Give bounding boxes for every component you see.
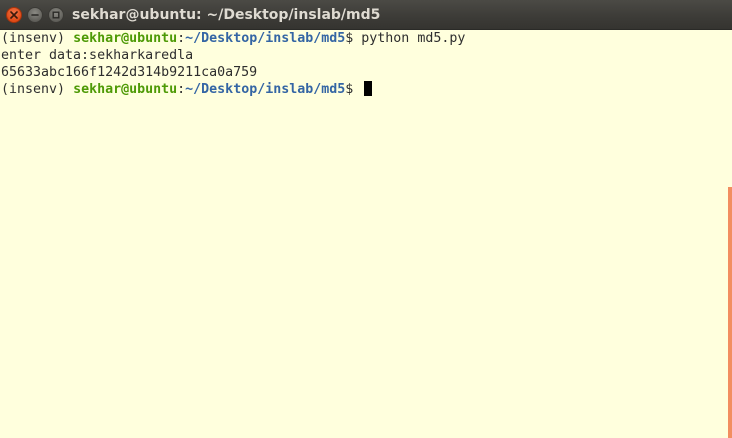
minimize-icon (31, 13, 39, 16)
title-bar[interactable]: sekhar@ubuntu: ~/Desktop/inslab/md5 (0, 0, 732, 30)
output-line-2: 65633abc166f1242d314b9211ca0a759 (1, 65, 258, 80)
current-path: ~/Desktop/inslab/md5 (185, 82, 346, 97)
prompt-dollar: $ (345, 31, 362, 46)
prompt-line-1: (insenv) sekhar@ubuntu:~/Desktop/inslab/… (1, 30, 732, 47)
scrollbar[interactable] (728, 187, 732, 438)
maximize-button[interactable] (48, 6, 64, 23)
prompt-colon: : (177, 31, 186, 46)
prompt-dollar: $ (345, 82, 362, 97)
terminal-content[interactable]: (insenv) sekhar@ubuntu:~/Desktop/inslab/… (0, 30, 732, 438)
close-icon (10, 10, 18, 19)
current-path: ~/Desktop/inslab/md5 (185, 31, 346, 46)
text-cursor (364, 81, 373, 96)
terminal-window: sekhar@ubuntu: ~/Desktop/inslab/md5 (ins… (0, 0, 732, 438)
virtualenv-label: (insenv) (1, 82, 74, 97)
window-controls (6, 6, 64, 23)
maximize-icon (52, 11, 60, 18)
output-line-1: enter data:sekharkaredla (1, 48, 194, 63)
prompt-line-2: (insenv) sekhar@ubuntu:~/Desktop/inslab/… (1, 81, 732, 98)
command-text: python md5.py (361, 31, 466, 46)
close-button[interactable] (6, 6, 22, 23)
minimize-button[interactable] (27, 6, 43, 23)
prompt-colon: : (177, 82, 186, 97)
user-host: sekhar@ubuntu (73, 31, 178, 46)
virtualenv-label: (insenv) (1, 31, 74, 46)
user-host: sekhar@ubuntu (73, 82, 178, 97)
window-title: sekhar@ubuntu: ~/Desktop/inslab/md5 (72, 6, 381, 23)
